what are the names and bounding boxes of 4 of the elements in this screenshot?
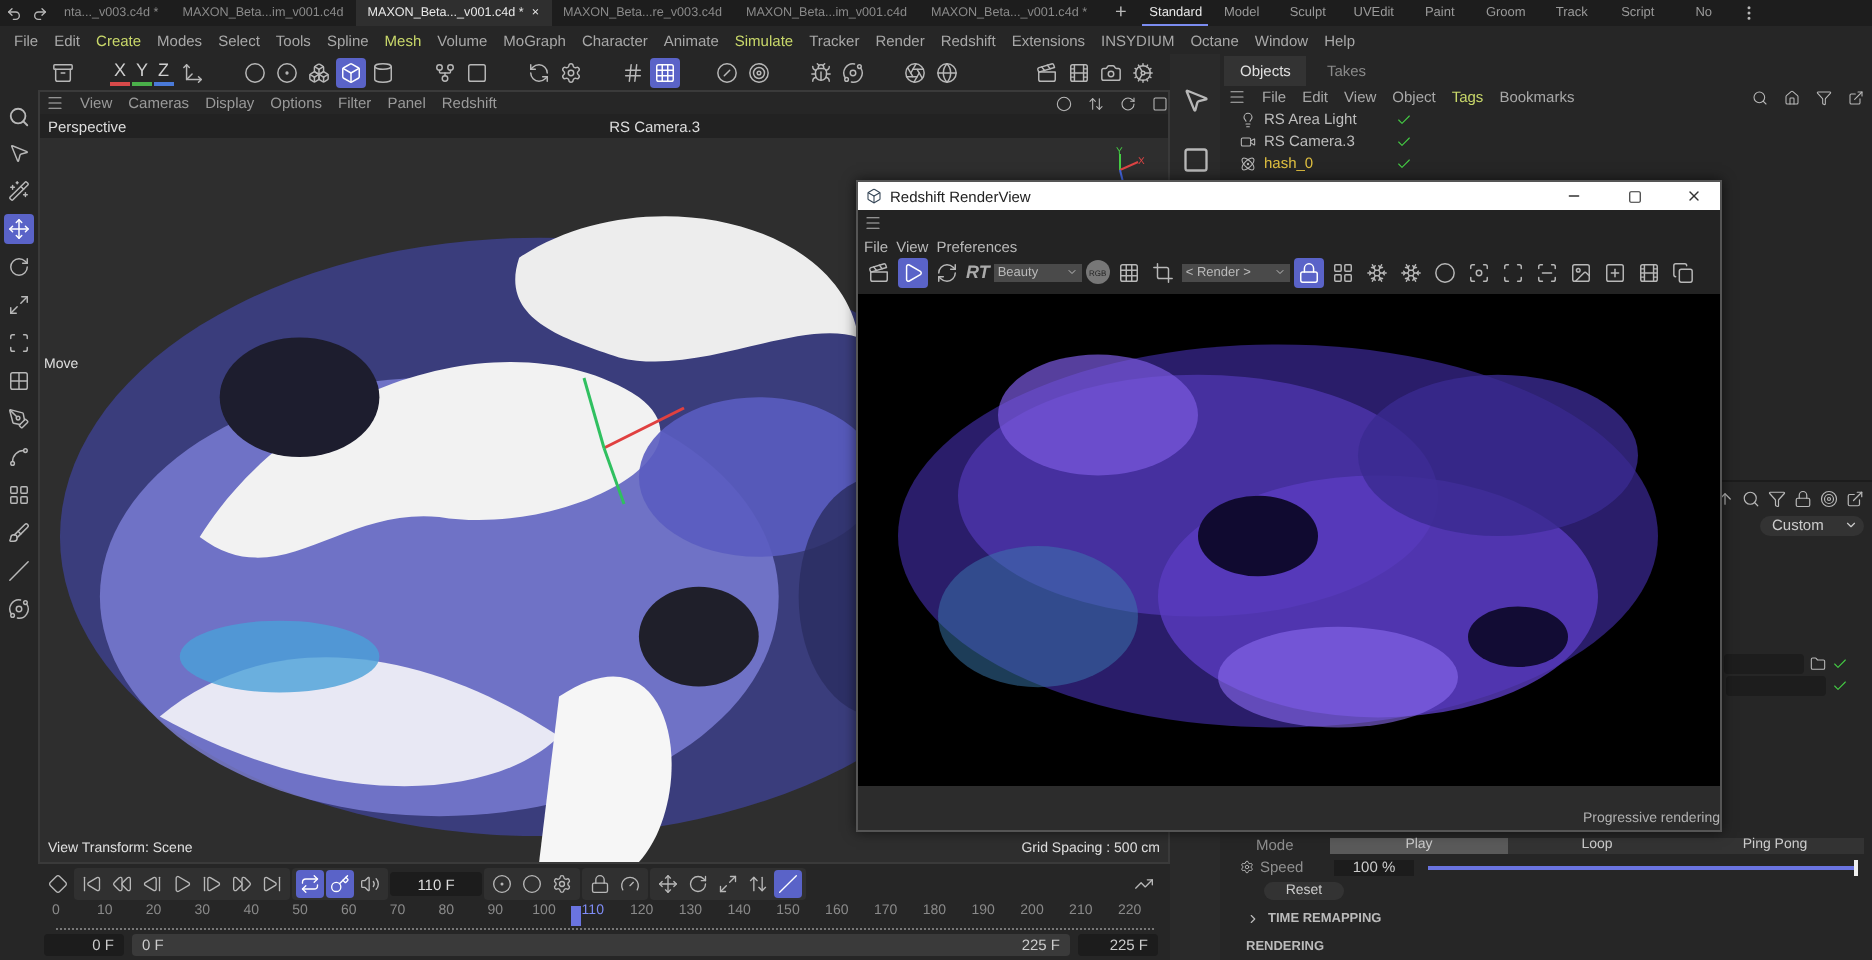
axis-lock-button[interactable]: Y [132, 59, 153, 85]
axis-lock-button[interactable]: Z [154, 59, 174, 85]
axis-lock-button[interactable]: X [110, 59, 131, 85]
new-tab-button[interactable]: + [1099, 2, 1143, 24]
